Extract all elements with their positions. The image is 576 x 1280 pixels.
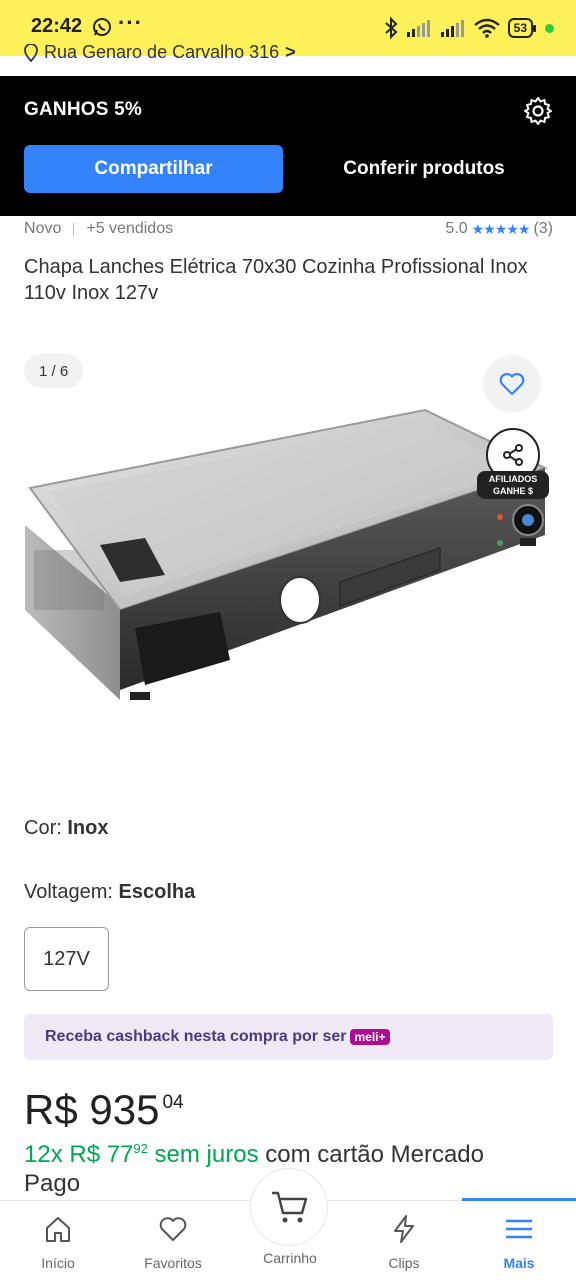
image-counter: 1 / 6 — [24, 354, 84, 388]
affiliate-bar: GANHOS 5% Compartilhar Conferir produtos — [0, 76, 576, 216]
installments-cents: 92 — [133, 1141, 148, 1156]
nav-item-home[interactable]: Início — [8, 1201, 108, 1280]
color-value: Inox — [67, 817, 109, 839]
location-pin-icon — [24, 43, 38, 62]
affiliate-badge-line2: GANHE $ — [492, 486, 533, 496]
clips-icon — [394, 1215, 414, 1243]
nav-label-home: Início — [41, 1255, 75, 1271]
product-image[interactable] — [20, 400, 560, 720]
whatsapp-icon — [93, 18, 111, 36]
signal-2-icon — [440, 20, 464, 37]
meli-plus-badge: meli+ — [350, 1029, 390, 1045]
nav-item-favorites[interactable]: Favoritos — [123, 1201, 223, 1280]
battery-icon: 53 — [507, 18, 537, 38]
product-title: Chapa Lanches Elétrica 70x30 Cozinha Pro… — [24, 256, 528, 304]
heart-icon — [159, 1217, 187, 1241]
nav-active-indicator — [462, 1198, 576, 1201]
price: R$ 935 04 — [24, 1086, 184, 1134]
bluetooth-icon — [384, 17, 398, 39]
delivery-address[interactable]: Rua Genaro de Carvalho 316 > — [24, 42, 296, 63]
favorite-button[interactable] — [483, 355, 541, 413]
voltage-option: Voltagem: Escolha — [24, 881, 195, 904]
signal-icon — [406, 20, 430, 37]
nav-label-cart[interactable]: Carrinho — [240, 1250, 340, 1266]
cart-icon — [272, 1191, 308, 1223]
divider — [73, 222, 75, 236]
more-notifications-icon: ··· — [118, 10, 143, 35]
installments-count: 12x R$ 77 — [24, 1141, 134, 1168]
share-icon — [503, 444, 523, 466]
rating-summary[interactable]: 5.0 ★★★★★ (3) — [445, 220, 553, 238]
affiliate-badge-line1: AFILIADOS — [488, 474, 538, 484]
heart-icon — [499, 372, 525, 396]
installments-free: sem juros — [147, 1141, 259, 1168]
color-option: Cor: Inox — [24, 817, 108, 840]
menu-icon — [506, 1219, 532, 1239]
voltage-option-127v[interactable]: 127V — [24, 927, 109, 991]
cashback-banner[interactable]: Receba cashback nesta compra por ser mel… — [24, 1014, 553, 1060]
affiliate-earnings-title: GANHOS 5% — [24, 99, 142, 120]
check-products-button[interactable]: Conferir produtos — [300, 145, 548, 193]
voltage-label: Voltagem: — [24, 881, 119, 903]
condition-label: Novo — [24, 220, 62, 237]
address-text: Rua Genaro de Carvalho 316 — [44, 42, 280, 62]
cashback-text: Receba cashback nesta compra por ser — [45, 1028, 347, 1045]
active-dot-icon — [545, 23, 554, 33]
price-cents: 04 — [162, 1092, 184, 1113]
nav-label-more: Mais — [503, 1255, 535, 1271]
wifi-icon — [473, 18, 500, 38]
star-rating-icon: ★★★★★ — [471, 220, 531, 237]
home-icon — [46, 1217, 70, 1242]
review-count: (3) — [533, 220, 553, 237]
status-indicators: 53 — [384, 14, 554, 42]
color-label: Cor: — [24, 817, 68, 839]
chevron-right-icon: > — [285, 42, 296, 62]
nav-label-clips: Clips — [388, 1255, 420, 1271]
status-time: 22:42 — [31, 15, 83, 37]
rating-value: 5.0 — [445, 220, 468, 237]
affiliate-badge[interactable]: AFILIADOS GANHE $ — [477, 471, 549, 499]
nav-item-cart[interactable] — [250, 1168, 328, 1246]
share-button[interactable]: Compartilhar — [24, 145, 283, 193]
voltage-value: Escolha — [118, 881, 196, 903]
product-meta: Novo +5 vendidos — [24, 220, 173, 238]
nav-item-clips[interactable]: Clips — [354, 1201, 454, 1280]
price-main: R$ 935 — [24, 1086, 160, 1133]
nav-label-favorites: Favoritos — [144, 1255, 202, 1271]
gear-icon[interactable] — [523, 96, 553, 126]
sold-count: +5 vendidos — [86, 220, 174, 237]
nav-item-more[interactable]: Mais — [469, 1201, 569, 1280]
